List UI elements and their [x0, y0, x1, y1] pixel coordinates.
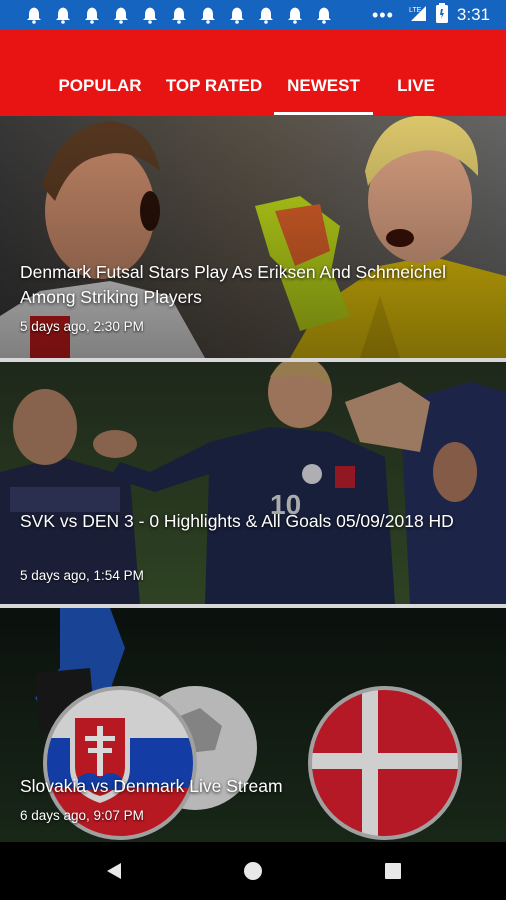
bell-icon — [112, 6, 130, 24]
notification-icons — [0, 6, 333, 24]
status-bar: ••• LTE 3:31 — [0, 0, 506, 30]
article-time: 5 days ago, 2:30 PM — [20, 319, 144, 334]
more-notifications-icon: ••• — [372, 4, 394, 25]
tab-popular[interactable]: POPULAR — [48, 72, 152, 116]
back-button[interactable] — [84, 842, 144, 900]
article-feed[interactable]: Denmark Futsal Stars Play As Eriksen And… — [0, 116, 506, 842]
article-title: Denmark Futsal Stars Play As Eriksen And… — [20, 262, 447, 307]
article-thumbnail — [0, 608, 506, 842]
article-card[interactable]: Denmark Futsal Stars Play As Eriksen And… — [0, 116, 506, 358]
tab-label: POPULAR — [58, 76, 142, 95]
bell-icon — [25, 6, 43, 24]
bell-icon — [83, 6, 101, 24]
back-icon — [107, 863, 121, 879]
tab-label: LIVE — [397, 76, 435, 95]
app-header: POPULAR TOP RATED NEWEST LIVE — [0, 30, 506, 116]
recents-icon — [385, 863, 401, 879]
bell-icon — [228, 6, 246, 24]
bell-icon — [315, 6, 333, 24]
tab-top-rated[interactable]: TOP RATED — [160, 72, 268, 116]
tab-label: NEWEST — [287, 76, 360, 95]
bell-icon — [199, 6, 217, 24]
home-button[interactable] — [223, 842, 283, 900]
recents-button[interactable] — [363, 842, 423, 900]
battery-icon — [435, 2, 448, 28]
tab-newest[interactable]: NEWEST — [274, 72, 373, 116]
bell-icon — [170, 6, 188, 24]
active-tab-indicator — [274, 112, 373, 115]
tab-label: TOP RATED — [165, 76, 263, 95]
bell-icon — [54, 6, 72, 24]
article-title: Slovakia vs Denmark Live Stream — [20, 776, 283, 796]
bell-icon — [286, 6, 304, 24]
bell-icon — [141, 6, 159, 24]
article-card[interactable]: Slovakia vs Denmark Live Stream 6 days a… — [0, 608, 506, 842]
clock: 3:31 — [456, 5, 490, 24]
status-right: ••• LTE 3:31 — [372, 0, 490, 30]
signal-icon: LTE — [409, 4, 427, 27]
article-time: 6 days ago, 9:07 PM — [20, 808, 144, 823]
article-time: 5 days ago, 1:54 PM — [20, 568, 144, 583]
article-card[interactable]: 10 SVK vs DEN 3 - 0 Highlights & All Goa… — [0, 362, 506, 604]
tab-bar: POPULAR TOP RATED NEWEST LIVE — [0, 72, 506, 116]
article-title: SVK vs DEN 3 - 0 Highlights & All Goals … — [20, 511, 454, 531]
home-icon — [244, 862, 262, 880]
system-nav-bar — [0, 842, 506, 900]
bell-icon — [257, 6, 275, 24]
tab-live[interactable]: LIVE — [380, 72, 452, 116]
